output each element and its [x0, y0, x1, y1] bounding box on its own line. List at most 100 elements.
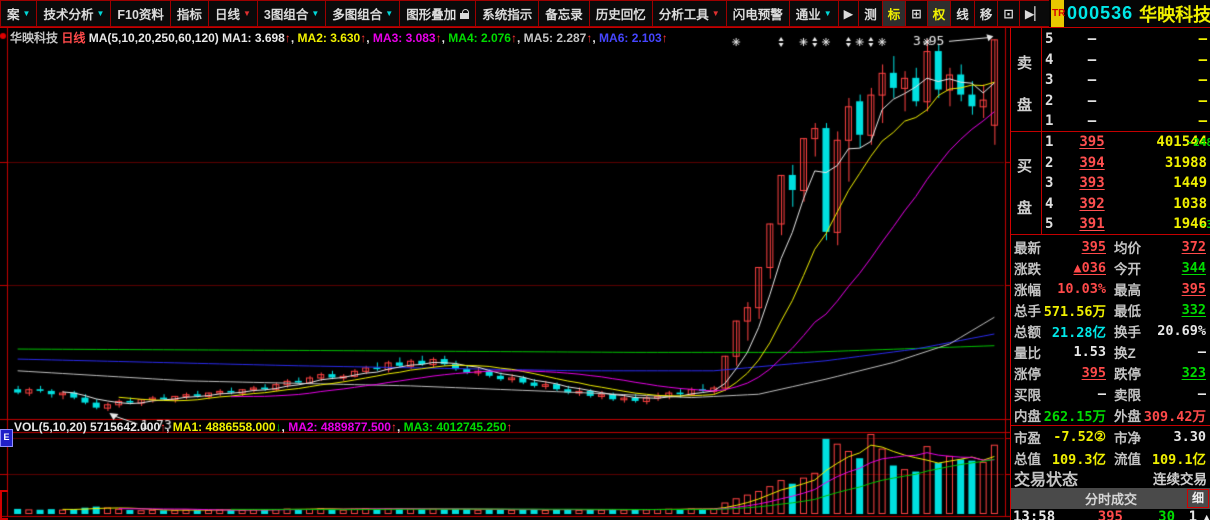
price: — [1061, 113, 1123, 129]
ma3-label: MA3: [373, 31, 406, 45]
field-value: 21.28亿 [1041, 321, 1111, 341]
toolbar-item-move[interactable]: 移 [974, 0, 998, 27]
toolbar-item-line[interactable]: 线 [950, 0, 974, 27]
chart-period-label[interactable]: 日线 [61, 31, 85, 45]
field-value: 344 [1141, 260, 1210, 276]
tick-trade-row[interactable]: 13:58 395 30 1 ▲ [1011, 508, 1210, 520]
quote-field-跌停: 跌停323 [1111, 363, 1210, 383]
buy-row-2[interactable]: 239431988 [1042, 153, 1210, 174]
quote-row-9: 市盈-7.52②市净3.30 [1011, 425, 1210, 447]
daily-kline-chart[interactable] [0, 28, 1010, 520]
field-label: 流值 [1111, 448, 1141, 468]
ma4-value: 2.076 [481, 31, 511, 45]
sell-row-5[interactable]: 5—— [1042, 29, 1210, 50]
toolbar-item-mark[interactable]: 标 [882, 0, 906, 27]
ma6-value: 2.103 [632, 31, 662, 45]
field-value: 1.53 [1041, 344, 1111, 360]
up-triangle-icon[interactable]: ▲ [1203, 511, 1210, 520]
quote-row-7: 买限—卖限— [1011, 383, 1210, 404]
quote-row-4: 总额21.28亿换手20.69% [1011, 320, 1210, 341]
volume: 1449 [1123, 175, 1210, 191]
price: 392 [1061, 196, 1123, 212]
level: 4 [1042, 196, 1061, 212]
buy-row-3[interactable]: 33931449 [1042, 173, 1210, 194]
toolbar-item-grid[interactable]: ⊞ [905, 0, 926, 27]
buy-label: 盘 [1017, 197, 1035, 218]
toolbar-item-memo[interactable]: 备忘录 [538, 0, 589, 27]
price: 394 [1061, 155, 1123, 171]
toolbar-item-rights[interactable]: 权 [927, 0, 951, 27]
trading-app-window: 案▼技术分析▼F10资料指标日线▼3图组合▼多图组合▼图形叠加系统指示备忘录历史… [0, 0, 1210, 520]
level: 3 [1042, 72, 1061, 88]
dropdown-arrow-icon: ▼ [824, 9, 832, 18]
quote-field-涨幅: 涨幅10.03% [1011, 279, 1111, 299]
toolbar-item-history-recall[interactable]: 历史回忆 [589, 0, 652, 27]
level: 4 [1042, 52, 1061, 68]
level: 2 [1042, 155, 1061, 171]
vol-value: 5715642.000 [90, 420, 160, 434]
tick-trade-tab-bar[interactable]: 分时成交 细 [1011, 488, 1210, 509]
trade-status-row: 交易状态 连续交易 [1011, 467, 1210, 488]
toolbar-item-tech-analysis[interactable]: 技术分析▼ [36, 0, 110, 27]
toolbar-item-scheme[interactable]: 案▼ [0, 0, 36, 27]
toolbar-item-flash-alert[interactable]: 闪电预警 [726, 0, 789, 27]
sell-row-1[interactable]: 1—— [1042, 111, 1210, 132]
quote-field-买限: 买限— [1011, 384, 1111, 404]
level: 5 [1042, 216, 1061, 232]
toolbar-item-system-signal[interactable]: 系统指示 [475, 0, 538, 27]
sell-label: 卖 [1017, 52, 1035, 73]
orderbook-separator [1011, 234, 1210, 235]
toolbar-item-indicator[interactable]: 指标 [170, 0, 208, 27]
quote-field-最高: 最高395 [1111, 279, 1210, 299]
field-label: 涨幅 [1011, 279, 1041, 299]
toolbar-item-measure[interactable]: 测 [858, 0, 882, 27]
toolbar-item-window[interactable]: ⊡ [997, 0, 1018, 27]
toolbar-item-play[interactable]: ▶ [838, 0, 859, 27]
quote-field-今开: 今开344 [1111, 258, 1210, 278]
sell-row-2[interactable]: 2—— [1042, 91, 1210, 112]
volume: 31988 [1123, 155, 1210, 171]
quote-field-流值: 流值109.1亿 [1111, 448, 1210, 468]
quote-panel: 卖 盘 买 盘 5——4——3——2——1—— 1395401544-24823… [1010, 28, 1210, 520]
buy-row-4[interactable]: 43921038 [1042, 194, 1210, 215]
sell-row-3[interactable]: 3—— [1042, 70, 1210, 91]
ma2-value: 3.630 [330, 31, 360, 45]
sell-label: 盘 [1017, 94, 1035, 115]
tab-tick-trade[interactable]: 分时成交 [1085, 489, 1137, 508]
dropdown-arrow-icon: ▼ [96, 9, 104, 18]
toolbar-item-combo-multi[interactable]: 多图组合▼ [325, 0, 399, 27]
price: — [1061, 31, 1123, 47]
vol-ma2-label: MA2: [288, 420, 321, 434]
toolbar-item-next-page[interactable]: ▶▏ [1019, 0, 1049, 27]
toolbar-item-combo-3chart[interactable]: 3图组合▼ [257, 0, 325, 27]
tr-badge[interactable]: TR [1051, 0, 1064, 27]
toolbar-item-tongye[interactable]: 通业▼ [789, 0, 838, 27]
quote-row-0: 最新395均价372 [1011, 236, 1210, 257]
sell-row-4[interactable]: 4—— [1042, 50, 1210, 71]
detail-button[interactable]: 细 [1187, 489, 1209, 508]
tick-price: 395 [1065, 509, 1123, 520]
vol-params: VOL(5,10,20) [14, 420, 87, 434]
toolbar-item-graph-overlay[interactable]: 图形叠加 [399, 0, 475, 27]
field-label: 总额 [1011, 321, 1041, 341]
field-label: 最高 [1111, 279, 1141, 299]
toolbar-item-f10-info[interactable]: F10资料 [110, 0, 170, 27]
quote-field-外盘: 外盘309.42万 [1111, 405, 1210, 425]
lock-icon [460, 9, 469, 19]
quote-field-总值: 总值109.3亿 [1011, 448, 1111, 468]
sep: , [166, 420, 173, 434]
buy-row-1[interactable]: 1395401544-248 [1042, 132, 1210, 153]
vol-ma2-value: 4889877.500 [321, 420, 391, 434]
ma5-value: 2.287 [556, 31, 586, 45]
left-edge-badge[interactable]: E [0, 429, 13, 447]
quote-field-最新: 最新395 [1011, 237, 1111, 257]
field-label: 卖限 [1111, 384, 1141, 404]
buy-row-5[interactable]: 53911946-3 [1042, 214, 1210, 235]
vol-ma1-label: MA1: [173, 420, 206, 434]
quote-field-卖限: 卖限— [1111, 384, 1210, 404]
quote-row-6: 涨停395跌停323 [1011, 362, 1210, 383]
volume: — [1123, 52, 1210, 68]
toolbar-item-period-daily[interactable]: 日线▼ [208, 0, 257, 27]
toolbar-item-analysis-tools[interactable]: 分析工具▼ [652, 0, 726, 27]
ma1-value: 3.698 [255, 31, 285, 45]
